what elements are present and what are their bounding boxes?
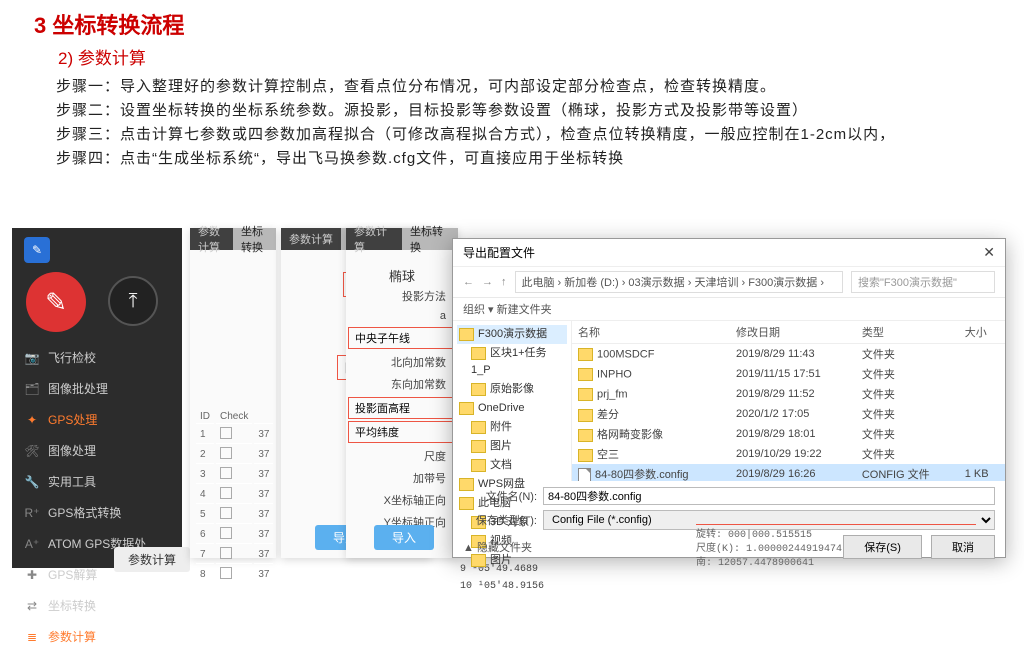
nav-up[interactable]: ↑ (501, 276, 507, 288)
menu-icon: A⁺ (24, 537, 40, 551)
tab-transform[interactable]: 坐标转换 (233, 228, 276, 250)
step-3: 步骤三：点击计算七参数或四参数加高程拟合（可修改高程拟合方式），检查点位转换精度… (56, 123, 1024, 144)
sidebar-item[interactable]: 📷飞行检校 (12, 342, 182, 373)
tree-item[interactable]: OneDrive (457, 399, 567, 418)
params-output: 旋转: 000|000.515515尺度(K): 1.0000024491947… (696, 524, 976, 571)
import-button-2[interactable]: 导入 (374, 525, 434, 550)
tree-item[interactable]: 文档 (457, 456, 567, 475)
subtitle: 2) 参数计算 (58, 44, 1024, 69)
step-2: 步骤二：设置坐标转换的坐标系统参数。源投影，目标投影等参数设置（椭球，投影方式及… (56, 99, 1024, 120)
folder-icon (471, 383, 486, 396)
nav-back[interactable]: ← (463, 276, 474, 288)
menu-icon: 🛠 (24, 444, 40, 458)
north-label: 北向加常数 (391, 354, 446, 370)
panel-c: 参数计算 坐标转换 椭球 投影方法 a 中央子午线 北向加常数 东向加常数 投影… (346, 228, 458, 558)
toolbar[interactable]: 组织 ▾ 新建文件夹 (453, 298, 1005, 321)
folder-icon (471, 554, 486, 567)
folder-icon (471, 347, 486, 360)
ellipsoid-label: 椭球 (346, 266, 458, 285)
search-input[interactable]: 搜索"F300演示数据" (851, 271, 995, 293)
filetype-label: 保存类型(T): (463, 512, 543, 528)
screenshot-workspace: ✎ ✎ ⤒ 📷飞行检校🗂图像批处理✦GPS处理🛠图像处理🔧实用工具R⁺GPS格式… (12, 228, 1016, 575)
tab-transform-c[interactable]: 坐标转换 (402, 228, 458, 250)
menu-icon: ✦ (24, 413, 40, 427)
save-dialog: 导出配置文件 ✕ ← → ↑ 此电脑 › 新加卷 (D:) › 03演示数据 ›… (452, 238, 1006, 558)
panel-a: 参数计算 坐标转换 IDCheck13723733743753763773783… (190, 228, 276, 558)
file-row[interactable]: 100MSDCF2019/8/29 11:43文件夹 (572, 344, 1005, 365)
folder-icon (578, 388, 593, 401)
elev-field[interactable]: 投影面高程 (348, 397, 456, 419)
folder-icon (578, 368, 593, 381)
east-label: 东向加常数 (391, 376, 446, 392)
tree-item[interactable]: 附件 (457, 418, 567, 437)
folder-icon (459, 402, 474, 415)
folder-icon (578, 429, 593, 442)
nav-fwd[interactable]: → (482, 276, 493, 288)
draw-tool-button[interactable]: ✎ (26, 272, 86, 332)
step-4: 步骤四：点击“生成坐标系统“，导出飞马换参数.cfg文件，可直接应用于坐标转换 (56, 147, 1024, 168)
sidebar-item[interactable]: ≣参数计算 (12, 621, 182, 652)
hide-folders[interactable]: ▲ 隐藏文件夹 (463, 539, 532, 555)
tree-item[interactable]: F300演示数据 (457, 325, 567, 344)
file-row[interactable]: 84-80四参数.config2019/8/29 16:26CONFIG 文件1… (572, 464, 1005, 481)
folder-tree[interactable]: F300演示数据区块1+任务 1_P原始影像OneDrive附件图片文档WPS网… (453, 321, 572, 481)
len-label: 尺度 (424, 448, 446, 464)
breadcrumb[interactable]: 此电脑 › 新加卷 (D:) › 03演示数据 › 天津培训 › F300演示数… (515, 271, 844, 293)
meridian-field[interactable]: 中央子午线 (348, 327, 456, 349)
tree-item[interactable]: 原始影像 (457, 380, 567, 399)
menu-icon: ✚ (24, 568, 40, 582)
sidebar-item[interactable]: 🗂图像批处理 (12, 373, 182, 404)
file-row[interactable]: INPHO2019/11/15 17:51文件夹 (572, 364, 1005, 384)
menu-icon: 📷 (24, 351, 40, 365)
band-label: 加带号 (413, 470, 446, 486)
step-1: 步骤一：导入整理好的参数计算控制点，查看点位分布情况，可内部设定部分检查点，检查… (56, 75, 1024, 96)
file-icon (578, 468, 591, 481)
sidebar-item[interactable]: 🔧实用工具 (12, 466, 182, 497)
dialog-title: 导出配置文件 (463, 244, 535, 261)
folder-icon (578, 449, 593, 462)
sidebar-item[interactable]: ⇄坐标转换 (12, 590, 182, 621)
menu-icon: 🔧 (24, 475, 40, 489)
folder-icon (459, 328, 474, 341)
file-row[interactable]: 空三2019/10/29 19:22文件夹 (572, 444, 1005, 464)
close-icon[interactable]: ✕ (983, 244, 995, 261)
folder-icon (471, 421, 486, 434)
lat-field[interactable]: 平均纬度 (348, 421, 456, 443)
upload-button[interactable]: ⤒ (108, 276, 158, 326)
filename-label: 文件名(N): (463, 488, 543, 504)
menu-icon: 🗂 (24, 382, 40, 396)
file-row[interactable]: 格网畸变影像2019/8/29 18:01文件夹 (572, 424, 1005, 444)
tree-item[interactable]: 区块1+任务 1_P (457, 344, 567, 380)
app-sidebar: ✎ ✎ ⤒ 📷飞行检校🗂图像批处理✦GPS处理🛠图像处理🔧实用工具R⁺GPS格式… (12, 228, 182, 568)
folder-icon (471, 440, 486, 453)
xaxis-label: X坐标轴正向 (384, 492, 446, 508)
tab-param-b[interactable]: 参数计算 (281, 228, 341, 250)
folder-icon (578, 409, 593, 422)
proj-label: 投影方法 (402, 288, 446, 304)
sidebar-badge: 参数计算 (114, 547, 190, 572)
folder-icon (471, 459, 486, 472)
a-label: a (440, 310, 446, 322)
folder-icon (578, 348, 593, 361)
filename-input[interactable] (543, 487, 995, 505)
sidebar-item[interactable]: R⁺GPS格式转换 (12, 497, 182, 528)
menu-icon: ≣ (24, 630, 40, 644)
tree-item[interactable]: 图片 (457, 437, 567, 456)
sidebar-item[interactable]: 🛠图像处理 (12, 435, 182, 466)
file-row[interactable]: prj_fm2019/8/29 11:52文件夹 (572, 384, 1005, 404)
file-list[interactable]: 名称修改日期类型大小100MSDCF2019/8/29 11:43文件夹INPH… (572, 321, 1005, 481)
menu-icon: R⁺ (24, 506, 40, 520)
tab-param[interactable]: 参数计算 (190, 228, 233, 250)
menu-icon: ⇄ (24, 599, 40, 613)
control-points-table: IDCheck137237337437537637737837 (194, 408, 275, 586)
slide-title: 3 坐标转换流程 (34, 8, 1024, 40)
file-row[interactable]: 差分2020/1/2 17:05文件夹 (572, 404, 1005, 424)
tab-param-c[interactable]: 参数计算 (346, 228, 402, 250)
sidebar-item[interactable]: ✦GPS处理 (12, 404, 182, 435)
pen-icon: ✎ (24, 237, 50, 263)
